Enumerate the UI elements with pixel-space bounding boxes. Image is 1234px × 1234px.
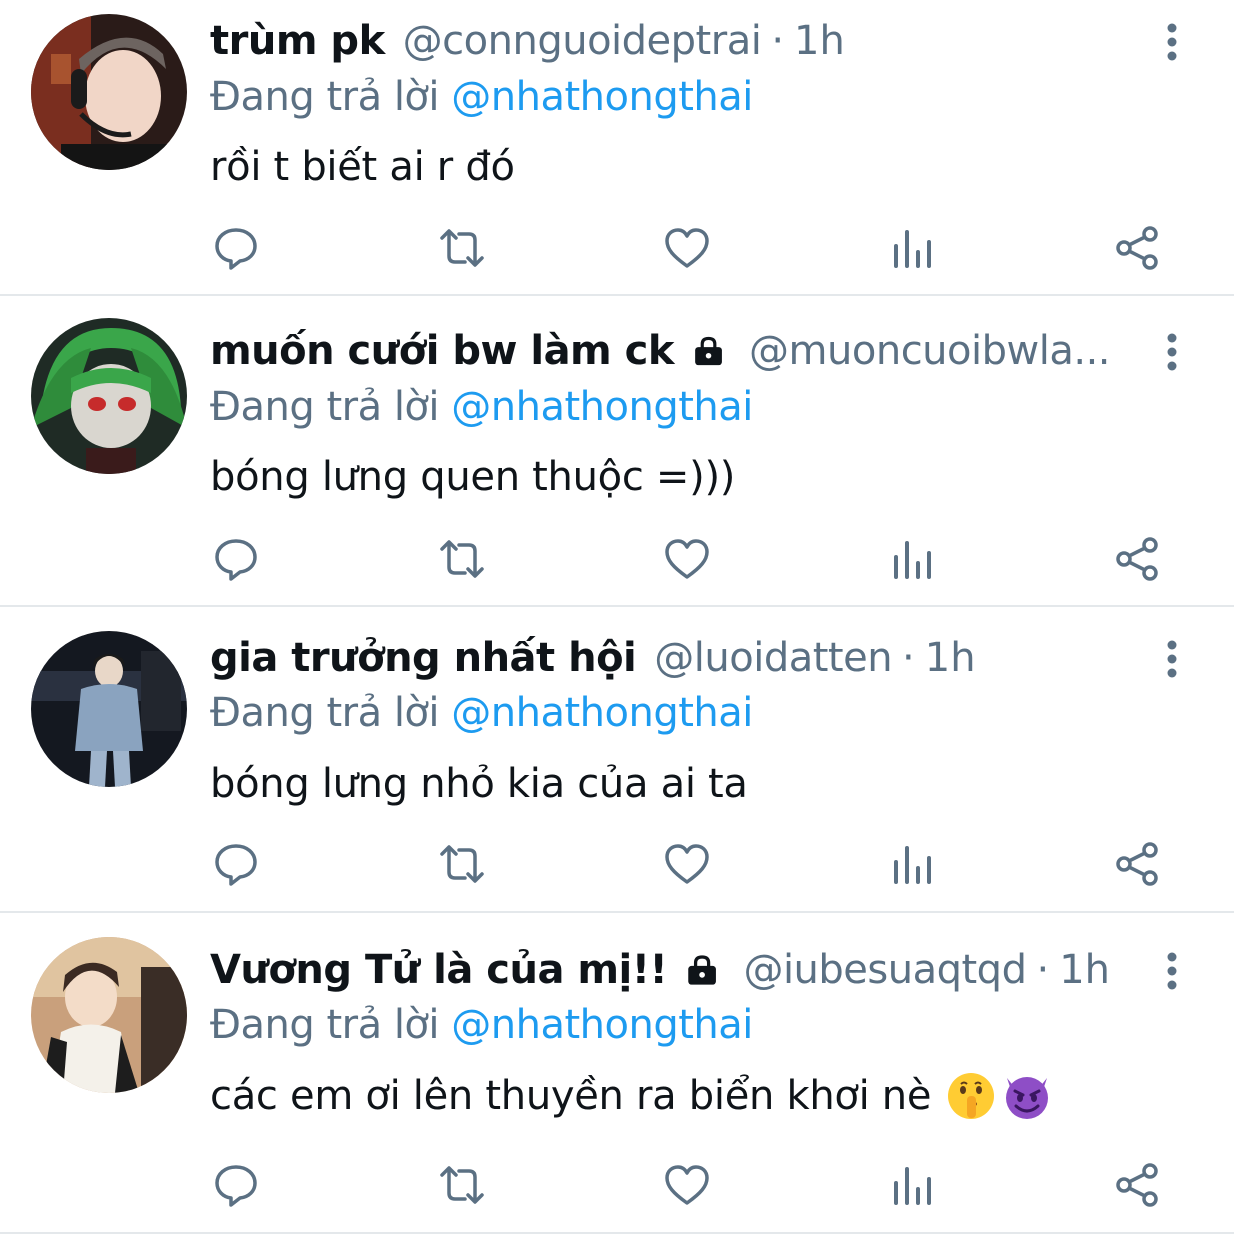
tweet-text-content: bóng lưng nhỏ kia của ai ta (210, 761, 748, 807)
display-name[interactable]: trùm pk (210, 14, 385, 68)
analytics-icon[interactable] (888, 1161, 936, 1209)
tweet[interactable]: muốn cưới bw làm ck @muoncuoibwla... Đan… (0, 296, 1234, 607)
replying-prefix: Đang trả lời (210, 690, 440, 736)
tweet-actions (0, 224, 1234, 272)
avatar[interactable] (31, 631, 187, 787)
more-options-icon[interactable] (1160, 639, 1184, 679)
tweet-text: bóng lưng quen thuộc =))) (210, 450, 735, 504)
tweet-actions (0, 1161, 1234, 1209)
lock-icon (692, 331, 725, 371)
tweet-header: muốn cưới bw làm ck @muoncuoibwla... (210, 324, 1110, 378)
tweet-text-content: các em ơi lên thuyền ra biển khơi nè (210, 1073, 932, 1119)
tweet-header: Vương Tử là của mị!! @iubesuaqtqd · 1h (210, 943, 1110, 997)
separator-dot: · (771, 18, 785, 64)
replying-to: Đang trả lời @nhathongthai (210, 686, 753, 740)
lock-icon (685, 950, 719, 990)
retweet-icon[interactable] (438, 224, 486, 272)
timestamp[interactable]: 1h (794, 14, 845, 68)
user-handle[interactable]: @iubesuaqtqd (743, 943, 1027, 997)
smiling-imp-emoji (1001, 1070, 1053, 1122)
separator-dot: · (1036, 947, 1050, 993)
like-icon[interactable] (663, 224, 711, 272)
tweet-header: gia trưởng nhất hội @luoidatten · 1h (210, 631, 1110, 685)
replying-to: Đang trả lời @nhathongthai (210, 70, 753, 124)
tweet[interactable]: trùm pk @connguoideptrai · 1h Đang trả l… (0, 0, 1234, 296)
analytics-icon[interactable] (888, 535, 936, 583)
mention-link[interactable]: @nhathongthai (451, 74, 753, 120)
tweet-text: các em ơi lên thuyền ra biển khơi nè (210, 1069, 1053, 1123)
reply-feed: trùm pk @connguoideptrai · 1h Đang trả l… (0, 0, 1234, 1234)
tweet-text: rồi t biết ai r đó (210, 140, 515, 194)
tweet-actions (0, 840, 1234, 888)
tweet-actions (0, 535, 1234, 583)
avatar[interactable] (31, 937, 187, 1093)
share-icon[interactable] (1114, 840, 1162, 888)
retweet-icon[interactable] (438, 840, 486, 888)
replying-prefix: Đang trả lời (210, 384, 440, 430)
display-name[interactable]: muốn cưới bw làm ck (210, 324, 674, 378)
reply-icon[interactable] (212, 1161, 260, 1209)
more-options-icon[interactable] (1160, 951, 1184, 991)
display-name[interactable]: gia trưởng nhất hội (210, 631, 637, 685)
tweet[interactable]: Vương Tử là của mị!! @iubesuaqtqd · 1h Đ… (0, 913, 1234, 1234)
user-handle[interactable]: @luoidatten (654, 631, 892, 685)
mention-link[interactable]: @nhathongthai (451, 384, 753, 430)
tweet-text: bóng lưng nhỏ kia của ai ta (210, 757, 748, 811)
more-options-icon[interactable] (1160, 22, 1184, 62)
shushing-face-emoji (945, 1070, 997, 1122)
user-handle[interactable]: @connguoideptrai (403, 14, 762, 68)
timestamp[interactable]: 1h (925, 631, 976, 685)
reply-icon[interactable] (212, 224, 260, 272)
tweet-text-content: rồi t biết ai r đó (210, 144, 515, 190)
display-name[interactable]: Vương Tử là của mị!! (210, 943, 668, 997)
replying-to: Đang trả lời @nhathongthai (210, 998, 753, 1052)
retweet-icon[interactable] (438, 1161, 486, 1209)
timestamp[interactable]: 1h (1059, 943, 1110, 997)
more-options-icon[interactable] (1160, 332, 1184, 372)
like-icon[interactable] (663, 840, 711, 888)
like-icon[interactable] (663, 535, 711, 583)
reply-icon[interactable] (212, 535, 260, 583)
share-icon[interactable] (1114, 1161, 1162, 1209)
mention-link[interactable]: @nhathongthai (451, 1002, 753, 1048)
separator-dot: · (902, 635, 915, 681)
user-handle[interactable]: @muoncuoibwla... (749, 324, 1110, 378)
mention-link[interactable]: @nhathongthai (451, 690, 753, 736)
replying-prefix: Đang trả lời (210, 1002, 440, 1048)
analytics-icon[interactable] (888, 840, 936, 888)
avatar[interactable] (31, 14, 187, 170)
replying-to: Đang trả lời @nhathongthai (210, 380, 753, 434)
share-icon[interactable] (1114, 224, 1162, 272)
retweet-icon[interactable] (438, 535, 486, 583)
tweet-header: trùm pk @connguoideptrai · 1h (210, 14, 1110, 68)
share-icon[interactable] (1114, 535, 1162, 583)
avatar[interactable] (31, 318, 187, 474)
tweet-text-content: bóng lưng quen thuộc =))) (210, 454, 736, 500)
replying-prefix: Đang trả lời (210, 74, 440, 120)
analytics-icon[interactable] (888, 224, 936, 272)
tweet[interactable]: gia trưởng nhất hội @luoidatten · 1h Đan… (0, 607, 1234, 913)
reply-icon[interactable] (212, 840, 260, 888)
like-icon[interactable] (663, 1161, 711, 1209)
